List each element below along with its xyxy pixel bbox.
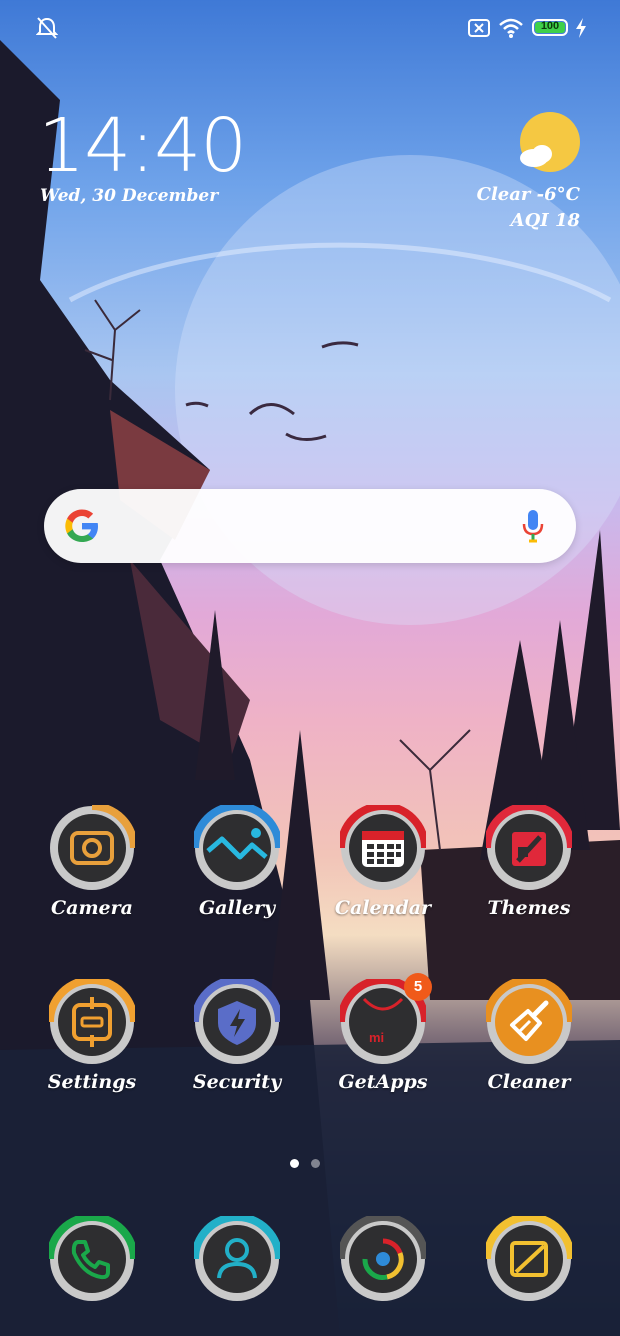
security-shield-icon — [191, 976, 283, 1064]
bell-off-icon — [36, 17, 58, 39]
page-indicator — [290, 1153, 332, 1172]
app-icon-security[interactable] — [191, 976, 283, 1065]
app-label-themes: Themes — [487, 897, 571, 919]
app-icon-cleaner[interactable] — [483, 976, 575, 1065]
dock-notes[interactable] — [464, 1213, 594, 1302]
camera-icon — [50, 802, 138, 890]
no-sim-icon — [468, 19, 490, 37]
calendar-icon — [337, 802, 429, 890]
cleaner-broom-icon — [483, 976, 575, 1064]
weather-condition[interactable]: Clear -6°C — [477, 184, 580, 205]
battery-level: 100 — [540, 20, 560, 32]
app-settings[interactable]: Settings — [27, 976, 157, 1093]
app-icon-calendar[interactable] — [337, 802, 429, 891]
app-icon-getapps[interactable]: mi 5 — [337, 973, 432, 1065]
clock-date[interactable]: Wed, 30 December — [40, 186, 218, 206]
bolt-icon — [576, 18, 586, 38]
dock-icon-phone[interactable] — [46, 1213, 138, 1302]
wifi-icon — [499, 18, 523, 38]
dock-chrome[interactable] — [318, 1213, 448, 1302]
app-label-gallery: Gallery — [198, 897, 276, 919]
page-dot-active[interactable] — [290, 1159, 299, 1168]
home-screen: 100 14:40 Wed, 30 December Clear -6°C AQ… — [0, 0, 620, 1336]
page-dot[interactable] — [311, 1159, 320, 1168]
app-icon-settings[interactable] — [46, 976, 138, 1065]
app-label-settings: Settings — [47, 1071, 137, 1093]
app-security[interactable]: Security — [172, 976, 302, 1093]
mic-icon[interactable] — [522, 509, 544, 543]
notification-badge: 5 — [404, 973, 432, 1001]
dock-icon-notes[interactable] — [483, 1213, 575, 1302]
app-icon-themes[interactable] — [483, 802, 575, 891]
google-search-bar[interactable] — [44, 489, 576, 563]
weather-aqi[interactable]: AQI 18 — [511, 210, 580, 231]
svg-text:mi: mi — [369, 1030, 384, 1045]
app-label-cleaner: Cleaner — [487, 1071, 571, 1093]
themes-icon — [483, 802, 575, 890]
app-calendar[interactable]: Calendar — [318, 802, 448, 919]
app-icon-gallery[interactable] — [191, 802, 283, 891]
app-label-getapps: GetApps — [338, 1071, 428, 1093]
dock-icon-contacts[interactable] — [191, 1213, 283, 1302]
clock-time[interactable]: 14:40 — [38, 103, 247, 189]
battery-indicator: 100 — [532, 19, 568, 36]
app-icon-camera[interactable] — [49, 802, 138, 891]
gallery-icon — [191, 802, 283, 890]
notes-icon — [483, 1213, 575, 1301]
app-gallery[interactable]: Gallery — [172, 802, 302, 919]
settings-icon — [46, 976, 138, 1064]
app-getapps[interactable]: mi 5 GetApps — [318, 973, 448, 1093]
contacts-icon — [191, 1213, 283, 1301]
chrome-icon — [337, 1213, 429, 1301]
google-g-icon — [65, 509, 98, 542]
dock-phone[interactable] — [27, 1213, 157, 1302]
app-cleaner[interactable]: Cleaner — [464, 976, 594, 1093]
app-label-camera: Camera — [51, 897, 133, 919]
status-bar: 100 — [0, 0, 620, 58]
app-label-calendar: Calendar — [334, 897, 432, 919]
dock-icon-chrome[interactable] — [337, 1213, 429, 1302]
sun-cloud-icon[interactable] — [516, 110, 584, 176]
app-themes[interactable]: Themes — [464, 802, 594, 919]
app-camera[interactable]: Camera — [27, 802, 157, 919]
app-label-security: Security — [192, 1071, 282, 1093]
dock-contacts[interactable] — [172, 1213, 302, 1302]
phone-icon — [46, 1213, 138, 1301]
